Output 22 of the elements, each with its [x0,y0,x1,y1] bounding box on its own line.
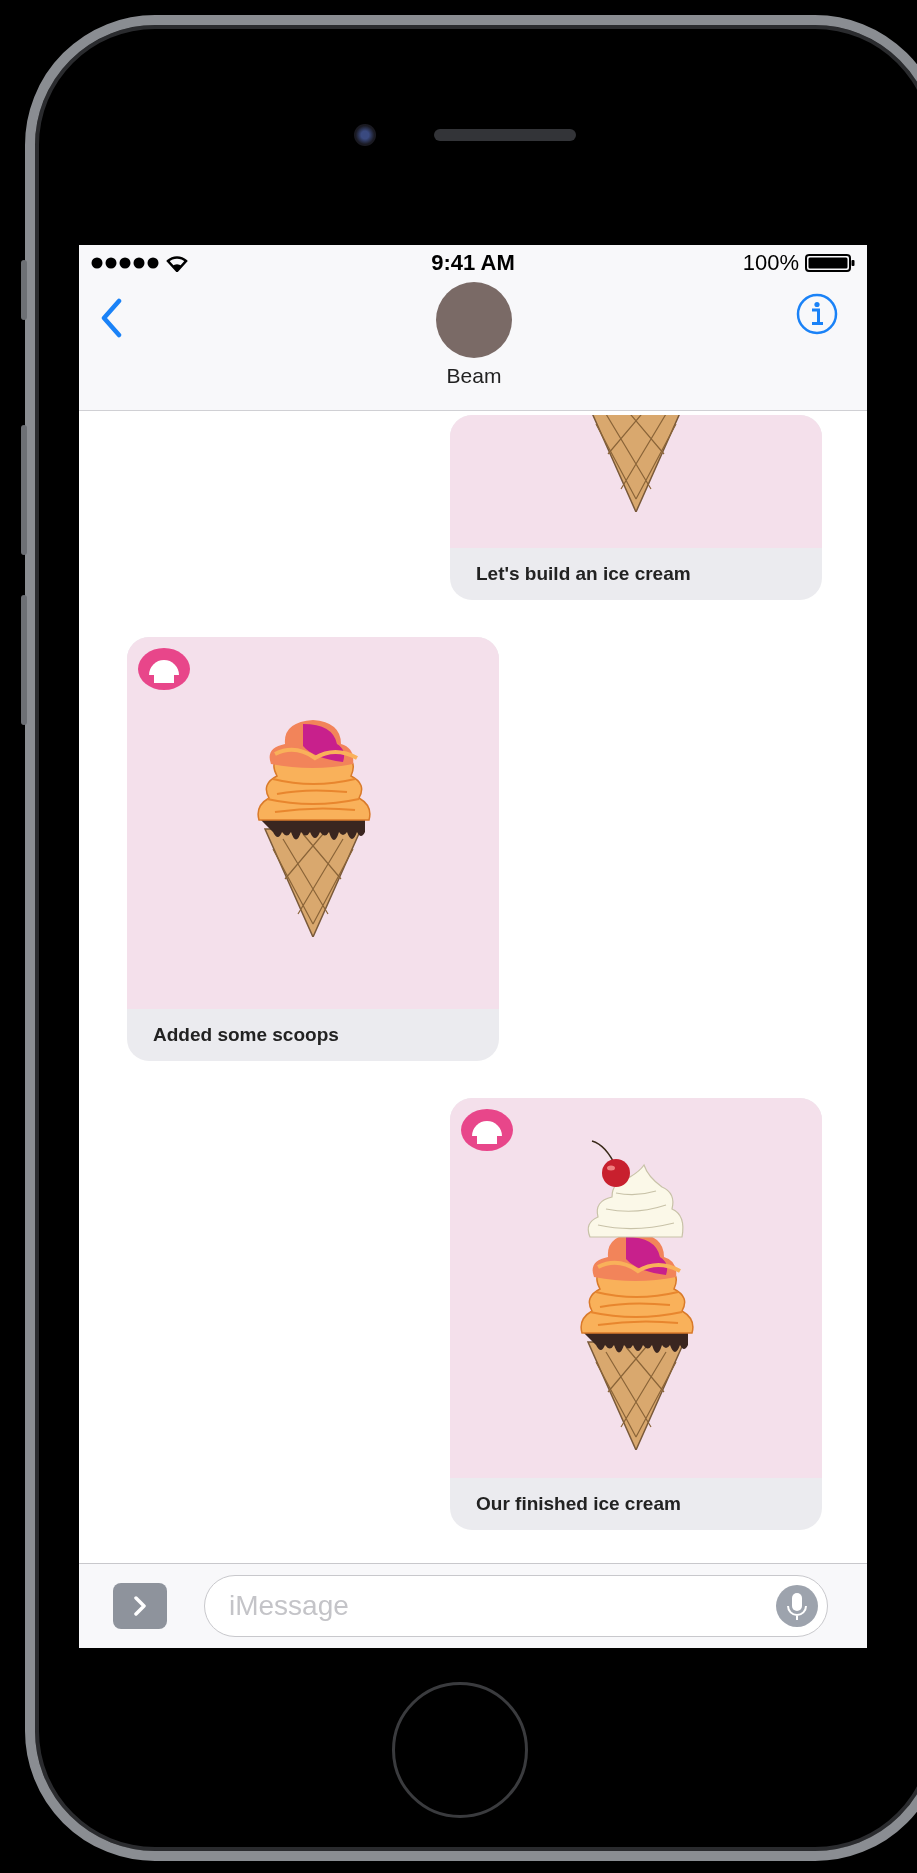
back-chevron-icon[interactable] [99,298,123,338]
message-bubble[interactable]: Our finished ice cream [450,1098,822,1530]
battery-icon [805,252,855,273]
message-caption: Added some scoops [153,1024,339,1046]
info-icon[interactable] [795,292,839,336]
message-caption: Let's build an ice cream [476,563,691,585]
chevron-right-icon [133,1596,147,1616]
home-button[interactable] [392,1681,528,1818]
message-bubble[interactable]: Added some scoops [127,637,499,1061]
ice-cream-app-icon [137,647,191,691]
status-time: 9:41 AM [431,249,515,276]
message-input-field[interactable]: iMessage [204,1575,828,1637]
ice-cream-app-icon [460,1108,514,1152]
battery-percent: 100% [742,249,799,276]
microphone-icon[interactable] [775,1584,819,1628]
contact-name[interactable]: Beam [446,364,502,388]
signal-icon [91,256,159,269]
apps-button[interactable] [113,1583,167,1629]
wifi-icon [165,253,189,272]
message-bubble[interactable]: Let's build an ice cream [450,415,822,600]
camera-icon [354,124,376,146]
message-caption: Our finished ice cream [476,1493,681,1515]
